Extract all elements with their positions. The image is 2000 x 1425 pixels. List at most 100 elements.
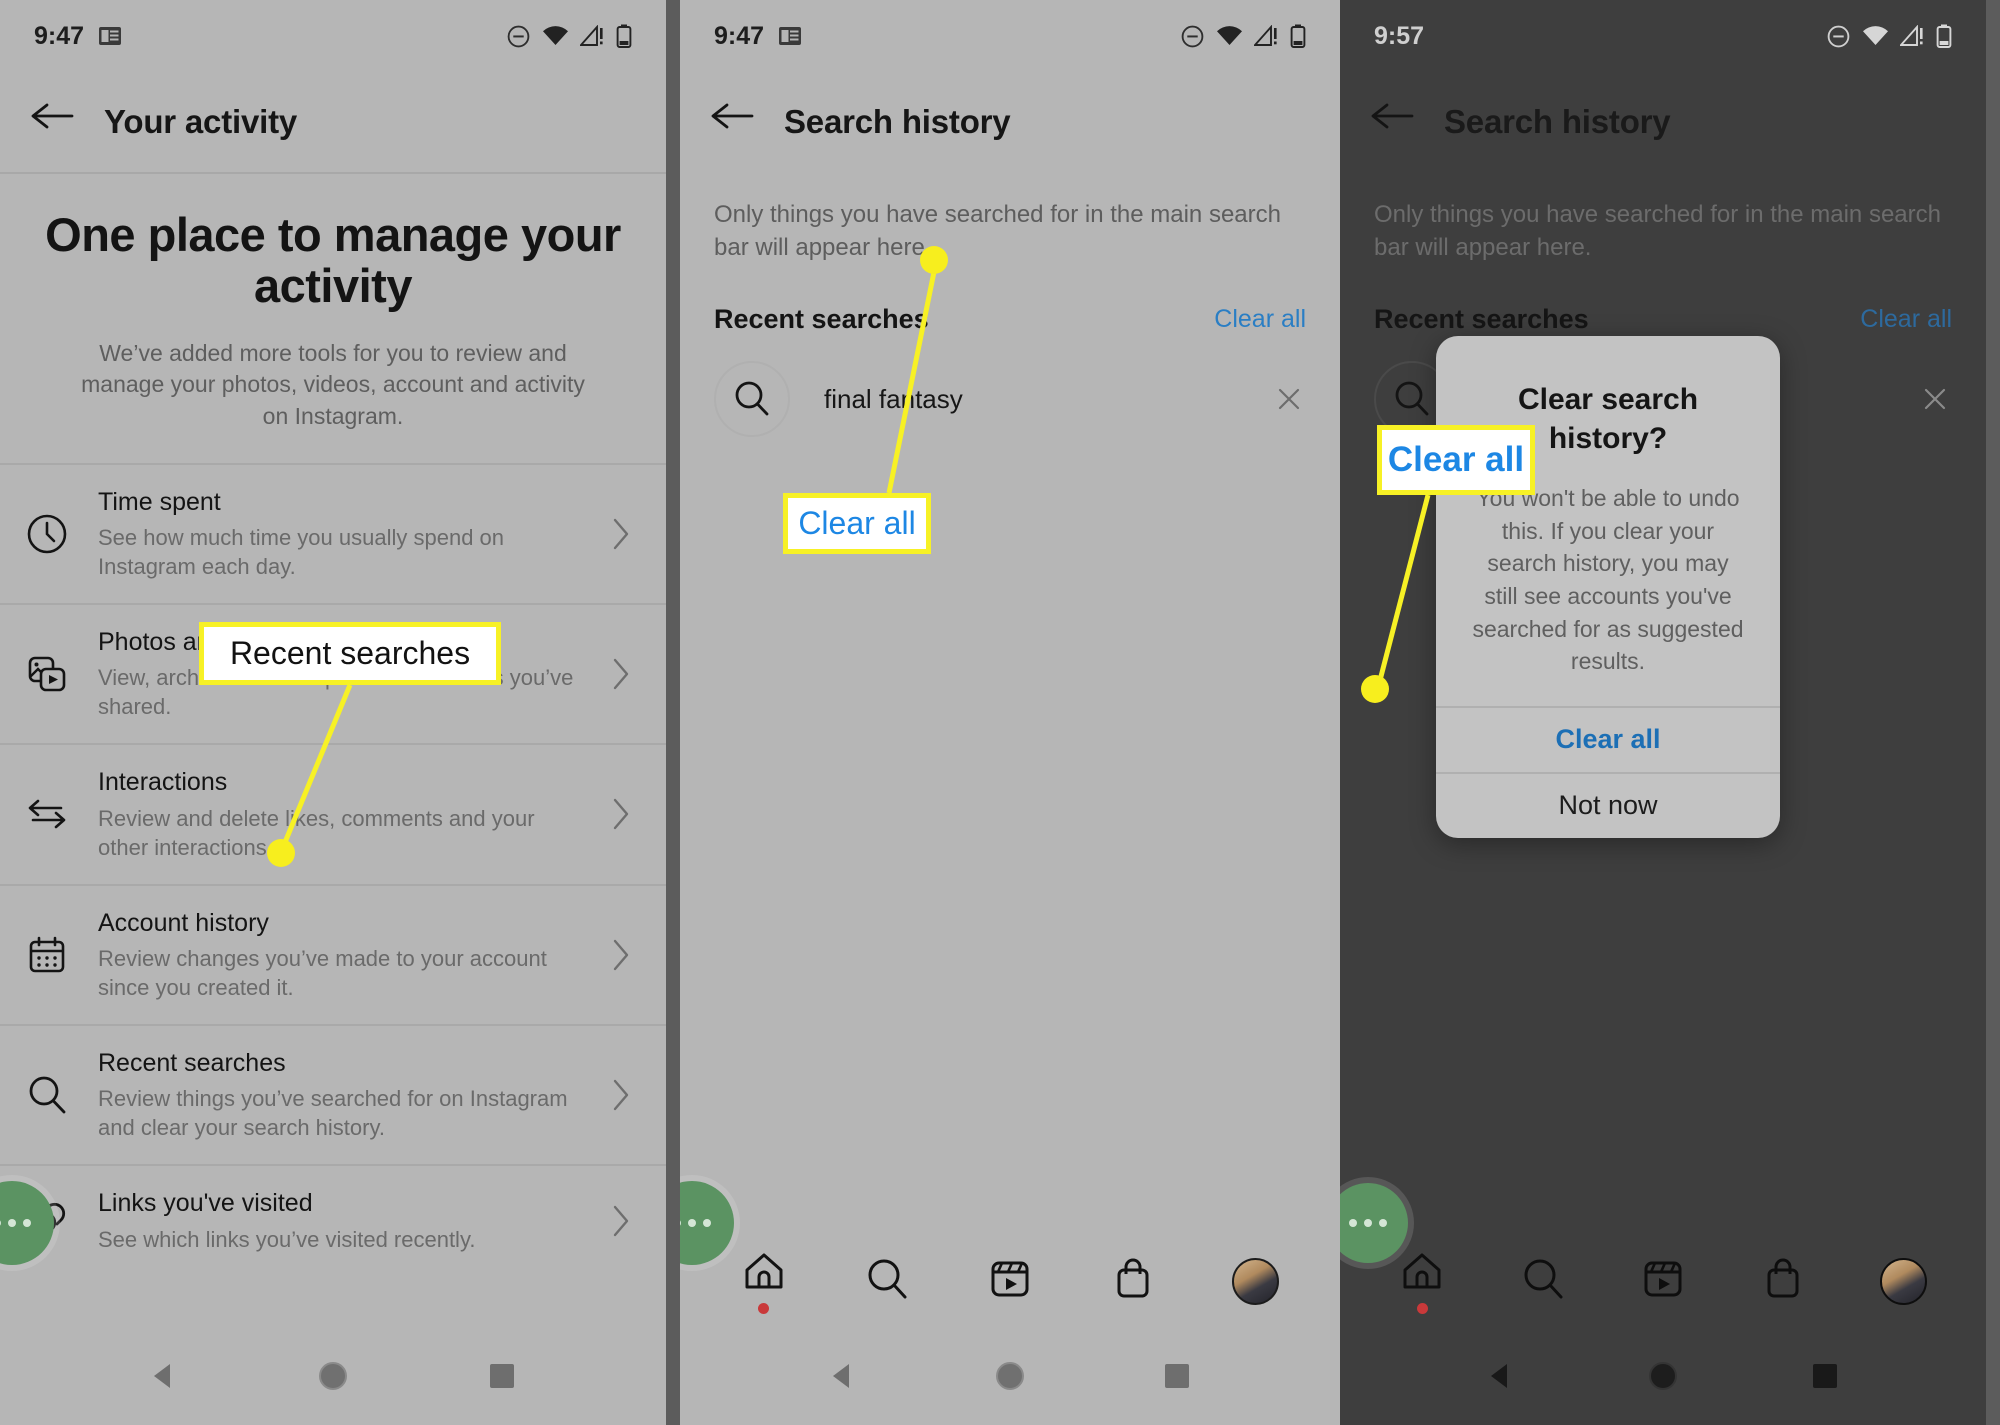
sidebar-item-account-history[interactable]: Account history Review changes you’ve ma…	[0, 883, 666, 1024]
back-triangle-icon[interactable]	[1484, 1359, 1518, 1398]
back-triangle-icon[interactable]	[826, 1359, 860, 1398]
nav-profile[interactable]	[1879, 1257, 1927, 1305]
dnd-icon	[1180, 24, 1205, 49]
news-icon	[778, 26, 802, 46]
sidebar-item-time-spent[interactable]: Time spent See how much time you usually…	[0, 462, 666, 603]
battery-icon	[1290, 24, 1306, 48]
profile-avatar	[1879, 1257, 1927, 1305]
home-circle-icon[interactable]	[1646, 1359, 1680, 1398]
hero-title: One place to manage your activity	[45, 208, 621, 312]
row-title: Account history	[98, 908, 269, 937]
app-bar: Your activity	[0, 72, 666, 172]
page-title: Search history	[784, 103, 1011, 140]
bottom-navigation-bar	[1340, 1235, 1986, 1327]
sidebar-item-interactions[interactable]: Interactions Review and delete likes, co…	[0, 743, 666, 883]
recent-searches-section-header: Recent searches Clear all	[1340, 264, 1986, 335]
recents-square-icon[interactable]	[1808, 1359, 1842, 1398]
clear-all-link[interactable]: Clear all	[1860, 305, 1952, 334]
signal-warning-icon	[1900, 24, 1925, 48]
panel-divider-1	[666, 0, 680, 1425]
reels-icon	[1640, 1256, 1686, 1307]
back-arrow-icon[interactable]	[710, 100, 754, 144]
status-bar: 9:57	[1340, 0, 1986, 72]
chevron-right-icon	[606, 797, 636, 831]
dialog-body: You won't be able to undo this. If you c…	[1472, 485, 1744, 675]
clear-all-link[interactable]: Clear all	[1214, 305, 1306, 334]
sidebar-item-recent-searches[interactable]: Recent searches Review things you’ve sea…	[0, 1023, 666, 1164]
status-bar: 9:47	[0, 0, 666, 72]
profile-avatar	[1232, 1257, 1280, 1305]
wifi-icon	[1216, 25, 1243, 47]
dialog-not-now-button[interactable]: Not now	[1436, 771, 1780, 838]
row-title: Links you've visited	[98, 1189, 313, 1218]
section-label: Recent searches	[714, 304, 929, 335]
reels-icon	[987, 1256, 1033, 1307]
search-term: final fantasy	[824, 383, 963, 414]
sidebar-item-links-visited[interactable]: Links you've visited See which links you…	[0, 1164, 666, 1275]
nav-home[interactable]	[1399, 1249, 1445, 1314]
news-icon	[98, 26, 122, 46]
status-time: 9:57	[1374, 21, 1425, 50]
close-icon[interactable]	[1918, 386, 1952, 412]
dnd-icon	[506, 24, 531, 49]
chevron-right-icon	[606, 1204, 636, 1238]
row-description: Review changes you’ve made to your accou…	[98, 945, 547, 1000]
hero-block: One place to manage your activity We’ve …	[0, 174, 666, 463]
nav-reels[interactable]	[1640, 1256, 1686, 1307]
search-icon	[14, 1073, 80, 1117]
page-title: Search history	[1444, 103, 1671, 140]
phone-screen-your-activity: 9:47 Your activity One place to manage y…	[0, 0, 666, 1425]
page-description: Only things you have searched for in the…	[714, 201, 1281, 262]
row-title: Recent searches	[98, 1048, 286, 1077]
shop-icon	[1761, 1256, 1805, 1307]
ellipsis-icon	[1349, 1219, 1387, 1227]
shop-icon	[1111, 1256, 1155, 1307]
clock-icon	[14, 512, 80, 556]
home-circle-icon[interactable]	[316, 1359, 350, 1398]
dialog-clear-all-button[interactable]: Clear all	[1436, 705, 1780, 772]
arrows-icon	[14, 792, 80, 836]
section-label: Recent searches	[1374, 304, 1589, 335]
android-system-nav	[0, 1331, 666, 1425]
battery-icon	[1936, 24, 1952, 48]
ellipsis-icon	[0, 1219, 31, 1227]
phone-screen-search-history: 9:47 Search history Only things you have…	[680, 0, 1340, 1425]
notification-dot	[1416, 1302, 1428, 1314]
back-triangle-icon[interactable]	[147, 1359, 181, 1398]
page-title: Your activity	[104, 103, 298, 140]
nav-reels[interactable]	[987, 1256, 1033, 1307]
back-arrow-icon[interactable]	[30, 100, 74, 144]
nav-home[interactable]	[741, 1249, 787, 1314]
search-icon	[714, 361, 790, 438]
android-system-nav	[680, 1331, 1340, 1425]
annotation-callout-clear-all-dialog: Clear all	[1377, 425, 1535, 495]
signal-warning-icon	[1254, 24, 1279, 48]
chevron-right-icon	[606, 938, 636, 972]
recent-searches-section-header: Recent searches Clear all	[680, 264, 1340, 335]
wifi-icon	[1862, 25, 1889, 47]
home-circle-icon[interactable]	[993, 1359, 1027, 1398]
nav-profile[interactable]	[1232, 1257, 1280, 1305]
annotation-callout-clear-all-link: Clear all	[783, 493, 931, 554]
recents-square-icon[interactable]	[485, 1359, 519, 1398]
hero-subtitle: We’ve added more tools for you to review…	[81, 339, 585, 429]
status-time: 9:47	[34, 21, 85, 50]
row-description: See how much time you usually spend on I…	[98, 524, 505, 579]
calendar-icon	[14, 933, 80, 977]
notification-dot	[758, 1302, 770, 1314]
recents-square-icon[interactable]	[1160, 1359, 1194, 1398]
nav-shop[interactable]	[1761, 1256, 1805, 1307]
back-arrow-icon[interactable]	[1370, 100, 1414, 144]
status-bar: 9:47	[680, 0, 1340, 72]
ellipsis-icon	[680, 1219, 711, 1227]
close-icon[interactable]	[1272, 386, 1306, 412]
nav-search[interactable]	[864, 1256, 910, 1307]
android-system-nav	[1340, 1331, 1986, 1425]
app-bar: Search history	[680, 72, 1340, 172]
nav-search[interactable]	[1520, 1256, 1566, 1307]
battery-icon	[616, 24, 632, 48]
row-title: Time spent	[98, 487, 221, 516]
search-history-item[interactable]: final fantasy	[680, 335, 1340, 438]
nav-shop[interactable]	[1111, 1256, 1155, 1307]
page-description: Only things you have searched for in the…	[1374, 201, 1941, 262]
